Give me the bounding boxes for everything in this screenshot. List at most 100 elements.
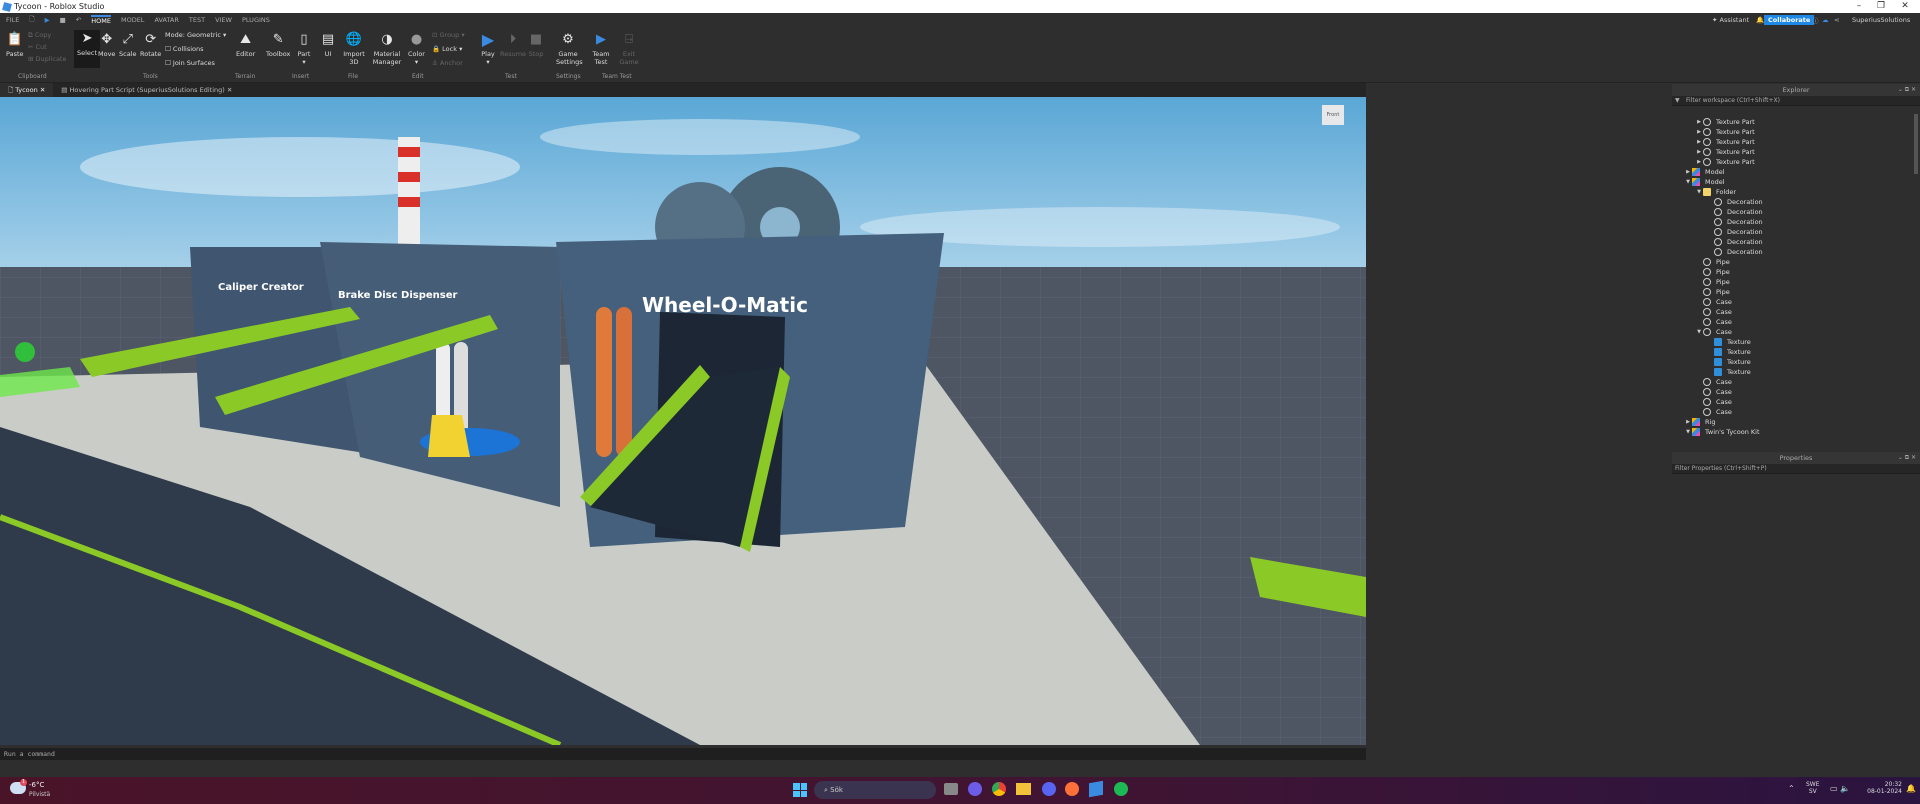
input-language[interactable]: SWE SV	[1806, 781, 1820, 795]
explorer-filter-input[interactable]: ▼ Filter workspace (Ctrl+Shift+X)	[1672, 96, 1920, 106]
new-file-icon[interactable]: 🗋	[29, 15, 34, 26]
explorer-item[interactable]: Texture	[1672, 367, 1920, 377]
explorer-item[interactable]: ▼ Case	[1672, 327, 1920, 337]
collaborate-button[interactable]: Collaborate	[1764, 15, 1815, 25]
view-cube[interactable]: Front	[1322, 105, 1344, 125]
duplicate-button[interactable]: ⊞ Duplicate	[28, 55, 66, 63]
explorer-scrollbar[interactable]	[1914, 114, 1918, 174]
rotate-button[interactable]: ⟳ Rotate	[140, 31, 161, 59]
explorer-item[interactable]: Texture	[1672, 357, 1920, 367]
explorer-item[interactable]: ▶ Texture Part	[1672, 127, 1920, 137]
cloud-icon[interactable]: ☁	[1822, 16, 1829, 24]
panel-controls[interactable]: ⌄ ⧉ ✕	[1898, 452, 1916, 464]
explorer-item[interactable]: ▶ Texture Part	[1672, 117, 1920, 127]
explorer-item[interactable]: Case	[1672, 307, 1920, 317]
tab-plugins[interactable]: PLUGINS	[242, 16, 270, 24]
group-button[interactable]: ⊡ Group ▾	[432, 31, 465, 39]
explorer-item[interactable]: Texture	[1672, 337, 1920, 347]
tab-hovering-part-script[interactable]: ▤ Hovering Part Script (SuperiusSolution…	[53, 83, 240, 97]
tab-model[interactable]: MODEL	[121, 16, 144, 24]
maximize-button[interactable]: ❐	[1870, 0, 1892, 13]
close-tab-icon[interactable]: ✕	[40, 86, 45, 94]
expand-arrow-icon[interactable]: ▼	[1695, 327, 1703, 337]
explorer-item[interactable]: Case	[1672, 387, 1920, 397]
join-surfaces-checkbox[interactable]: ☐ Join Surfaces	[165, 59, 215, 67]
tab-home[interactable]: HOME	[91, 15, 111, 25]
file-menu[interactable]: FILE	[6, 16, 19, 24]
expand-arrow-icon[interactable]: ▶	[1695, 147, 1703, 157]
undo-icon[interactable]: ↶	[76, 16, 81, 24]
cut-button[interactable]: ✂ Cut	[28, 43, 47, 51]
3d-viewport[interactable]: Caliper Creator Brake Disc Dispenser Whe…	[0, 97, 1366, 745]
share-icon[interactable]: ⋖	[1834, 16, 1839, 24]
explorer-item[interactable]: ▼ Model	[1672, 177, 1920, 187]
discord-icon[interactable]	[1042, 782, 1056, 796]
stop-button[interactable]: ■ Stop	[528, 31, 544, 59]
explorer-item[interactable]: ▶ Rig	[1672, 417, 1920, 427]
explorer-item[interactable]: Texture	[1672, 347, 1920, 357]
explorer-item[interactable]: Pipe	[1672, 267, 1920, 277]
play-button[interactable]: ▶ Play ▾	[480, 30, 496, 67]
notification-bell-icon[interactable]: 🔔	[1906, 784, 1916, 793]
resume-button[interactable]: ⏵ Resume	[500, 31, 526, 59]
explorer-item[interactable]: Case	[1672, 407, 1920, 417]
panel-controls[interactable]: ⌄ ⧉ ✕	[1898, 84, 1916, 96]
explorer-item[interactable]: Decoration	[1672, 237, 1920, 247]
move-button[interactable]: ✥ Move	[98, 31, 115, 59]
explorer-item[interactable]: ▶ Texture Part	[1672, 157, 1920, 167]
clock[interactable]: 20:32 08-01-2024	[1858, 781, 1902, 795]
collisions-checkbox[interactable]: ☐ Collisions	[165, 45, 204, 53]
show-hidden-icons[interactable]: ⌃	[1788, 784, 1795, 793]
explorer-item[interactable]: Decoration	[1672, 247, 1920, 257]
exit-game-button[interactable]: ⍈ Exit Game	[618, 31, 640, 67]
mode-dropdown[interactable]: Mode: Geometric ▾	[165, 31, 226, 39]
part-button[interactable]: ▯ Part ▾	[296, 31, 312, 67]
info-icon[interactable]: ⓘ	[1812, 15, 1819, 25]
expand-arrow-icon[interactable]: ▶	[1684, 417, 1692, 427]
explorer-item[interactable]: Pipe	[1672, 277, 1920, 287]
close-button[interactable]: ✕	[1894, 0, 1916, 13]
spotify-icon[interactable]	[1114, 782, 1128, 796]
explorer-item[interactable]: Case	[1672, 297, 1920, 307]
network-volume-icons[interactable]: ▭ 🔈	[1830, 784, 1850, 793]
minimize-button[interactable]: –	[1848, 0, 1870, 13]
explorer-item[interactable]: ▶ Texture Part	[1672, 147, 1920, 157]
terrain-editor-button[interactable]: ⛰ Editor	[236, 31, 255, 59]
explorer-item[interactable]: ▶ Model	[1672, 167, 1920, 177]
start-button[interactable]	[793, 783, 807, 797]
explorer-item[interactable]: Decoration	[1672, 207, 1920, 217]
quick-play-icon[interactable]: ▶	[45, 16, 50, 24]
paste-button[interactable]: 📋 Paste	[6, 31, 24, 59]
command-bar[interactable]: Run a command	[0, 748, 1366, 760]
explorer-item[interactable]: Decoration	[1672, 197, 1920, 207]
assistant-button[interactable]: ✦ Assistant	[1712, 16, 1749, 24]
tab-avatar[interactable]: AVATAR	[154, 16, 178, 24]
lock-button[interactable]: 🔒 Lock ▾	[432, 45, 462, 53]
chrome-icon[interactable]	[992, 782, 1006, 796]
explorer-item[interactable]: Case	[1672, 317, 1920, 327]
tab-view[interactable]: VIEW	[215, 16, 232, 24]
user-account-menu[interactable]: SuperiusSolutions	[1852, 16, 1910, 24]
explorer-item[interactable]: ▼ Folder	[1672, 187, 1920, 197]
taskbar-search[interactable]: ⌕ Sök	[814, 781, 936, 799]
import-3d-button[interactable]: 🌐 Import 3D	[342, 31, 366, 67]
expand-arrow-icon[interactable]: ▶	[1695, 157, 1703, 167]
copy-button[interactable]: ⧉ Copy	[28, 31, 51, 40]
explorer-item[interactable]: Case	[1672, 377, 1920, 387]
properties-filter-input[interactable]: Filter Properties (Ctrl+Shift+P)	[1672, 464, 1920, 474]
command-input[interactable]: Run a command	[4, 750, 55, 758]
anchor-button[interactable]: ⚓ Anchor	[432, 59, 463, 67]
explorer-item[interactable]: ▶ Texture Part	[1672, 137, 1920, 147]
expand-arrow-icon[interactable]: ▶	[1695, 127, 1703, 137]
tab-test[interactable]: TEST	[189, 16, 205, 24]
close-tab-icon[interactable]: ✕	[227, 86, 232, 94]
teams-icon[interactable]	[968, 782, 982, 796]
game-settings-button[interactable]: ⚙ Game Settings	[556, 31, 583, 67]
explorer-item[interactable]: Decoration	[1672, 217, 1920, 227]
task-view-icon[interactable]	[944, 783, 958, 795]
color-button[interactable]: ● Color ▾	[408, 31, 425, 67]
expand-arrow-icon[interactable]: ▶	[1695, 117, 1703, 127]
explorer-item[interactable]: Pipe	[1672, 287, 1920, 297]
file-explorer-icon[interactable]	[1016, 783, 1031, 795]
expand-arrow-icon[interactable]: ▶	[1695, 137, 1703, 147]
